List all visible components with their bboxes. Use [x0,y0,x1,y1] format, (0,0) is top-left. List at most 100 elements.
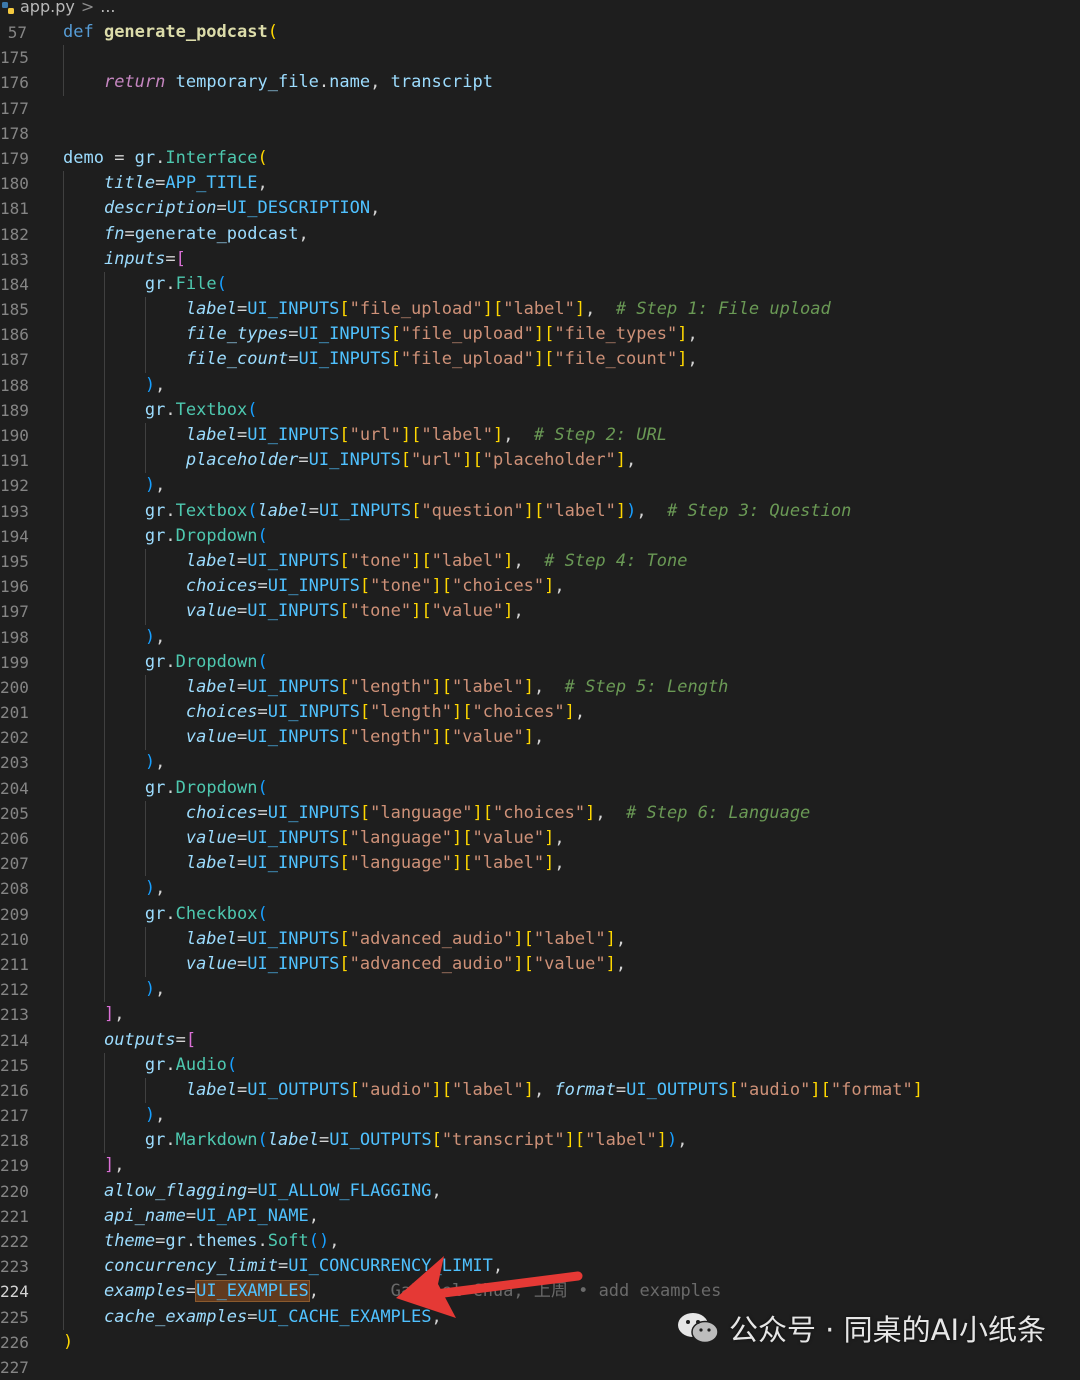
code-line[interactable]: 57 def generate_podcast( [0,20,1080,45]
code-line[interactable]: 214 outputs=[ [0,1027,1080,1053]
code-token: ] [533,349,545,370]
code-line[interactable]: 205 choices=UI_INPUTS["language"]["choic… [0,800,1080,826]
breadcrumb[interactable]: app.py >... [0,0,1080,18]
code-line[interactable]: 201 choices=UI_INPUTS["length"]["choices… [0,700,1080,726]
code-line[interactable]: 189 gr.Textbox( [0,397,1080,423]
code-token: = [318,1130,330,1151]
code-line[interactable]: 209 gr.Checkbox( [0,901,1080,927]
code-token: ( [226,1054,238,1075]
code-line[interactable]: 191 placeholder=UI_INPUTS["url"]["placeh… [0,448,1080,474]
code-token: # Step 1: File upload [615,299,831,320]
code-line[interactable]: 175 [0,45,1080,71]
code-token: ] [431,1079,442,1100]
code-line[interactable]: 190 label=UI_INPUTS["url"]["label"], # S… [0,423,1080,449]
line-number: 209 [0,904,29,924]
line-number: 191 [0,451,29,471]
code-line[interactable]: 210 label=UI_INPUTS["advanced_audio"]["l… [0,926,1080,952]
code-line[interactable]: 217 ), [0,1103,1080,1129]
code-line[interactable]: 224 examples=UI_EXAMPLES, Gabriel Chua, … [0,1279,1080,1305]
code-line[interactable]: 192 ), [0,473,1080,499]
code-line[interactable]: 223 concurrency_limit=UI_CONCURRENCY_LIM… [0,1254,1080,1280]
code-token: "language" [349,853,452,874]
code-line[interactable]: 182 fn=generate_podcast, [0,221,1080,247]
code-token: ] [472,802,483,823]
code-line[interactable]: 211 value=UI_INPUTS["advanced_audio"]["v… [0,951,1080,978]
line-number: 184 [0,274,29,294]
code-line[interactable]: 219 ], [0,1153,1080,1179]
code-text: ) [63,1330,73,1355]
code-line[interactable]: 180 title=APP_TITLE, [0,171,1080,197]
code-token: , [155,752,166,773]
line-number: 218 [0,1131,29,1151]
code-token: "language" [370,802,473,823]
code-line[interactable]: 227 [0,1355,1080,1380]
code-line[interactable]: 216 label=UI_OUTPUTS["audio"]["label"], … [0,1077,1080,1104]
code-line[interactable]: 187 file_count=UI_INPUTS["file_upload"][… [0,347,1080,373]
code-token: , [533,676,565,697]
code-token: = [257,802,268,823]
code-line[interactable]: 184 gr.File( [0,271,1080,298]
code-line[interactable]: 215 gr.Audio( [0,1052,1080,1078]
code-token: ] [452,702,463,723]
code-line[interactable]: 176 return temporary_file.name, transcri… [0,70,1080,96]
code-line[interactable]: 208 ), [0,876,1080,902]
code-line[interactable]: 204 gr.Dropdown( [0,775,1080,801]
code-line[interactable]: 206 value=UI_INPUTS["language"]["value"]… [0,826,1080,852]
code-line[interactable]: 179 demo = gr.Interface( [0,146,1080,171]
code-token: temporary_file [175,72,319,93]
code-line[interactable]: 177 [0,96,1080,121]
code-token: APP_TITLE [165,173,258,194]
code-line[interactable]: 203 ), [0,750,1080,776]
code-token: , [533,1079,555,1100]
code-token: gr [144,500,166,521]
code-line[interactable]: 220 allow_flagging=UI_ALLOW_FLAGGING, [0,1178,1080,1204]
code-line[interactable]: 197 value=UI_INPUTS["tone"]["value"], [0,599,1080,625]
code-token: "label" [472,853,545,874]
code-line[interactable]: 195 label=UI_INPUTS["tone"]["label"], # … [0,548,1080,575]
code-line[interactable]: 183 inputs=[ [0,246,1080,272]
code-token: Dropdown [175,651,258,672]
breadcrumb-file[interactable]: app.py [20,0,75,16]
line-number: 222 [0,1232,29,1251]
code-line[interactable]: 186 file_types=UI_INPUTS["file_upload"][… [0,322,1080,348]
code-line[interactable]: 194 gr.Dropdown( [0,523,1080,549]
code-line[interactable]: 181 description=UI_DESCRIPTION, [0,196,1080,222]
code-token: "language" [349,828,452,848]
code-line[interactable]: 221 api_name=UI_API_NAME, [0,1203,1080,1229]
code-line[interactable]: 218 gr.Markdown(label=UI_OUTPUTS["transc… [0,1128,1080,1154]
code-line[interactable]: 199 gr.Dropdown( [0,649,1080,675]
code-token: "audio" [359,1079,432,1100]
code-line[interactable]: 207 label=UI_INPUTS["language"]["label"]… [0,851,1080,877]
code-token: , [298,223,309,244]
code-token: value [185,953,238,974]
code-editor[interactable]: 57 def generate_podcast(175 176 return tem… [0,20,1080,1380]
code-line[interactable]: 200 label=UI_INPUTS["length"]["label"], … [0,674,1080,701]
code-line[interactable]: 202 value=UI_INPUTS["length"]["value"], [0,725,1080,751]
code-token: def [63,22,104,42]
code-token: UI_INPUTS [247,676,340,697]
code-line[interactable]: 178 [0,121,1080,146]
wechat-icon [677,1313,719,1344]
code-token: "length" [349,727,432,748]
code-line[interactable]: 185 label=UI_INPUTS["file_upload"]["labe… [0,297,1080,323]
line-number: 190 [0,426,29,445]
code-token: gr [144,1130,166,1151]
code-line[interactable]: 222 theme=gr.themes.Soft(), [0,1229,1080,1255]
code-token: ) [144,1105,156,1126]
code-line[interactable]: 196 choices=UI_INPUTS["tone"]["choices"]… [0,574,1080,600]
breadcrumb-tail[interactable]: ... [100,0,115,16]
code-token: # Step 3: Question [667,500,852,521]
code-token: file_count [185,349,289,370]
code-line[interactable]: 198 ), [0,624,1080,650]
code-line[interactable]: 213 ], [0,1002,1080,1028]
code-line[interactable]: 193 gr.Textbox(label=UI_INPUTS["question… [0,498,1080,524]
code-line[interactable]: 212 ), [0,977,1080,1003]
code-text: api_name=UI_API_NAME, [63,1204,319,1229]
code-line[interactable]: 188 ), [0,372,1080,398]
code-token: ] [513,953,524,974]
code-token: = [615,1079,627,1100]
code-token: "file_types" [554,324,678,345]
code-token: Checkbox [175,903,258,924]
